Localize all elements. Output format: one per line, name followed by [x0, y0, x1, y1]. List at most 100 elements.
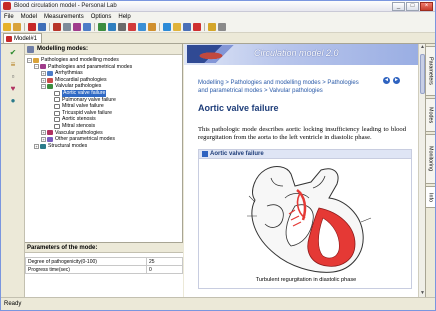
list-icon[interactable]: ≡: [8, 60, 18, 69]
expand-icon[interactable]: +: [41, 130, 46, 136]
document-icon[interactable]: [183, 23, 191, 31]
help-icon[interactable]: [208, 23, 216, 31]
param-value-input[interactable]: 0: [146, 265, 183, 274]
tree-item[interactable]: + Miocardial pathologies: [25, 77, 182, 84]
document-icon: [54, 123, 60, 129]
expand-icon[interactable]: +: [41, 77, 46, 83]
tree-item[interactable]: Mitral valve failure: [25, 103, 182, 110]
menu-bar: File Model Measurements Options Help: [1, 12, 435, 22]
grid-icon[interactable]: [83, 23, 91, 31]
parameters-icon: [47, 136, 53, 142]
window-title: Blood circulation model - Personal Lab: [14, 3, 117, 9]
model-icon[interactable]: [53, 23, 61, 31]
monitor-icon[interactable]: [108, 23, 116, 31]
window-icon[interactable]: [138, 23, 146, 31]
heart-logo-icon: [187, 45, 247, 63]
app-icon: [3, 2, 11, 10]
menu-help[interactable]: Help: [118, 14, 130, 20]
structure-icon: [40, 143, 46, 149]
tree-item[interactable]: + Arrhythmias: [25, 70, 182, 77]
toolbar-separator: [94, 23, 95, 31]
play-icon[interactable]: [98, 23, 106, 31]
tree-item[interactable]: + Other parametrical modes: [25, 136, 182, 143]
right-side-tabs: Parameters Modes Monitoring Info: [425, 44, 435, 297]
open-folder-icon[interactable]: [13, 23, 21, 31]
figure-header: Aortic valve failure: [199, 150, 411, 159]
modes-tree: − Pathologies and modelling modes − Path…: [25, 55, 182, 149]
page-nav: ◄ ►: [383, 77, 400, 84]
globe-icon[interactable]: ●: [8, 96, 18, 105]
tree-item[interactable]: − Pathologies and parametrical modes: [25, 64, 182, 71]
collapse-icon[interactable]: −: [34, 64, 39, 70]
modes-panel-header: Modelling modes:: [25, 44, 182, 55]
folder-icon: [33, 57, 39, 63]
settings-icon[interactable]: [118, 23, 126, 31]
collapse-icon[interactable]: −: [41, 84, 46, 90]
app-window: Blood circulation model - Personal Lab _…: [0, 0, 436, 311]
tree-item[interactable]: + Structural modes: [25, 143, 182, 150]
left-tool-strip: ✔ ≡ ▫ ♥ ●: [1, 44, 25, 297]
tree-item[interactable]: Pulmonary valve failure: [25, 97, 182, 104]
tree-item[interactable]: Tricuspid valve failure: [25, 110, 182, 117]
maximize-button[interactable]: □: [406, 1, 419, 11]
valve-icon: [47, 84, 53, 90]
figure-title: Aortic valve failure: [210, 151, 264, 157]
menu-model[interactable]: Model: [21, 14, 37, 20]
chevron-down-icon[interactable]: [63, 23, 71, 31]
next-page-button[interactable]: ►: [393, 77, 400, 84]
chart-icon[interactable]: [73, 23, 81, 31]
document-icon: [54, 117, 60, 123]
tree-item[interactable]: + Vascular pathologies: [25, 130, 182, 137]
layers-icon[interactable]: [148, 23, 156, 31]
parameters-panel-title: Parameters of the mode:: [25, 243, 183, 253]
window-controls: _ □ ×: [392, 1, 433, 11]
toolbar: [1, 22, 435, 33]
expand-icon[interactable]: +: [41, 136, 46, 142]
tree-item-selected[interactable]: Aortic valve failure: [25, 89, 182, 97]
stop-icon[interactable]: [128, 23, 136, 31]
page-heading: Aortic valve failure: [198, 103, 279, 113]
previous-page-button[interactable]: ◄: [383, 77, 390, 84]
close-button[interactable]: ×: [420, 1, 433, 11]
document-tab-bar: Model#1: [1, 33, 435, 44]
mode-description: This pathologic mode describes aortic lo…: [198, 126, 406, 141]
heart-icon[interactable]: ♥: [8, 84, 18, 93]
expand-icon[interactable]: +: [41, 70, 46, 76]
close-doc-icon[interactable]: [193, 23, 201, 31]
vertical-scrollbar[interactable]: ▲ ▼: [418, 44, 425, 297]
chevron-down-icon[interactable]: [218, 23, 226, 31]
save-icon[interactable]: [38, 23, 46, 31]
tab-monitoring[interactable]: Monitoring: [426, 134, 435, 184]
new-icon[interactable]: [3, 23, 11, 31]
tree-item[interactable]: Mitral stenosis: [25, 123, 182, 130]
figure-caption: Turbulent regurgitation in diastolic pha…: [255, 277, 357, 283]
tab-info[interactable]: Info: [426, 186, 435, 208]
menu-file[interactable]: File: [4, 14, 14, 20]
param-name: Progress time(sec): [25, 265, 147, 274]
pause-icon[interactable]: [163, 23, 171, 31]
status-text: Ready: [4, 301, 22, 307]
param-value-input[interactable]: 25: [146, 257, 183, 266]
tab-model-1[interactable]: Model#1: [3, 33, 43, 43]
tab-parameters[interactable]: Parameters: [426, 46, 435, 96]
document-icon: [54, 103, 60, 109]
expand-icon[interactable]: +: [34, 143, 39, 149]
figure-icon: [202, 151, 208, 157]
header-banner: Circulation model 2.0: [184, 44, 418, 65]
heart-diagram-icon: [247, 166, 372, 273]
parameters-panel: Parameters of the mode: Degree of pathog…: [25, 242, 183, 297]
check-icon[interactable]: ✔: [8, 48, 18, 57]
menu-measurements[interactable]: Measurements: [44, 14, 84, 20]
folder-icon[interactable]: [173, 23, 181, 31]
tab-modes[interactable]: Modes: [426, 98, 435, 132]
collapse-icon[interactable]: −: [27, 57, 32, 63]
square-icon[interactable]: ▫: [8, 72, 18, 81]
menu-options[interactable]: Options: [91, 14, 112, 20]
record-icon[interactable]: [28, 23, 36, 31]
breadcrumb[interactable]: Modelling > Pathologies and modelling mo…: [198, 80, 363, 95]
tree-item[interactable]: Aortic stenosis: [25, 116, 182, 123]
table-row: Progress time(sec) 0: [25, 265, 183, 274]
tree-item[interactable]: − Valvular pathologies: [25, 83, 182, 90]
tree-item[interactable]: − Pathologies and modelling modes: [25, 57, 182, 64]
minimize-button[interactable]: _: [392, 1, 405, 11]
